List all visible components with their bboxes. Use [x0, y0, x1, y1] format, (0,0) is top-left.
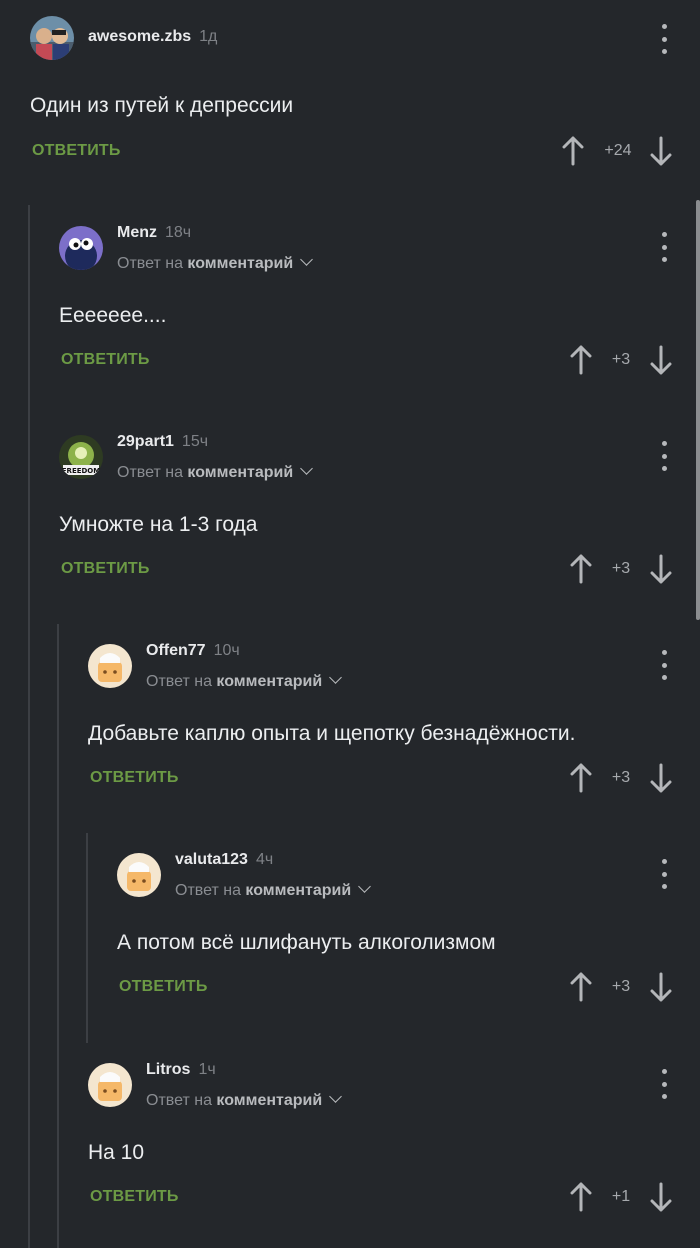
photo-avatar-icon [30, 16, 74, 60]
avatar[interactable] [59, 226, 103, 270]
reply-button[interactable]: ОТВЕТИТЬ [32, 142, 121, 160]
downvote-icon[interactable] [649, 345, 673, 375]
comment-time: 15ч [181, 433, 209, 450]
more-options-icon[interactable] [656, 650, 672, 680]
reply-button[interactable]: ОТВЕТИТЬ [119, 978, 208, 996]
comment: awesome.zbs 1д Один из путей к депрессии … [30, 16, 700, 176]
comment-username[interactable]: awesome.zbs 1д [88, 28, 217, 46]
comment: FREEDOM 29part1 15ч Ответ на комментарий … [59, 433, 700, 593]
svg-text:FREEDOM: FREEDOM [62, 467, 100, 475]
downvote-icon[interactable] [649, 1182, 673, 1212]
reply-button[interactable]: ОТВЕТИТЬ [90, 769, 179, 787]
comment-score: +3 [611, 769, 631, 786]
upvote-icon[interactable] [569, 345, 593, 375]
reply-to-link[interactable]: Ответ на комментарий [117, 253, 314, 273]
chevron-down-icon [358, 880, 372, 893]
more-options-icon[interactable] [656, 441, 672, 471]
comment-text: Ееееееe.... [59, 304, 167, 327]
reply-to-link[interactable]: Ответ на комментарий [175, 880, 372, 900]
reply-button[interactable]: ОТВЕТИТЬ [90, 1188, 179, 1206]
comment-time: 4ч [255, 851, 274, 868]
upvote-icon[interactable] [561, 136, 585, 166]
comment: Menz 18ч Ответ на комментарий Ееееееe....… [59, 224, 700, 384]
downvote-icon[interactable] [649, 136, 673, 166]
comment-time: 18ч [165, 224, 192, 241]
comment-score: +3 [611, 560, 631, 577]
downvote-icon[interactable] [649, 972, 673, 1002]
reply-button[interactable]: ОТВЕТИТЬ [61, 351, 150, 369]
chevron-down-icon [329, 1090, 343, 1103]
more-options-icon[interactable] [656, 232, 672, 262]
reply-to-link[interactable]: Ответ на комментарий [146, 671, 343, 691]
comment-username[interactable]: Offen77 10ч [146, 642, 240, 660]
avatar[interactable] [88, 644, 132, 688]
upvote-icon[interactable] [569, 1182, 593, 1212]
comment-time: 1ч [198, 1061, 216, 1078]
default-chef-avatar-icon [88, 1063, 132, 1107]
cookie-monster-avatar-icon [59, 226, 103, 270]
thread-line-level-2 [57, 624, 59, 1248]
reply-to-link[interactable]: Ответ на комментарий [146, 1090, 343, 1110]
avatar[interactable] [117, 853, 161, 897]
chevron-down-icon [329, 671, 343, 684]
chevron-down-icon [300, 462, 314, 475]
more-options-icon[interactable] [656, 24, 672, 54]
comment-time: 1д [199, 28, 218, 45]
downvote-icon[interactable] [649, 763, 673, 793]
reply-to-link[interactable]: Ответ на комментарий [117, 462, 314, 482]
comment-username[interactable]: valuta123 4ч [175, 851, 273, 869]
thread-line-level-3 [86, 833, 88, 1043]
comment-time: 10ч [213, 642, 240, 659]
comment-score: +3 [611, 351, 631, 368]
comment-username[interactable]: Litros 1ч [146, 1061, 216, 1079]
reply-button[interactable]: ОТВЕТИТЬ [61, 560, 150, 578]
avatar[interactable] [30, 16, 74, 60]
default-chef-avatar-icon [117, 853, 161, 897]
more-options-icon[interactable] [656, 859, 672, 889]
upvote-icon[interactable] [569, 554, 593, 584]
comment-score: +24 [604, 142, 632, 159]
comment: Offen77 10ч Ответ на комментарий Добавьте… [88, 642, 700, 802]
default-chef-avatar-icon [88, 644, 132, 688]
comment-text: Добавьте каплю опыта и щепотку безнадёжн… [88, 722, 576, 745]
comment-text: Умножте на 1-3 года [59, 513, 258, 536]
upvote-icon[interactable] [569, 763, 593, 793]
comment-text: На 10 [88, 1141, 145, 1164]
comment-score: +3 [611, 978, 631, 995]
comment-score: +1 [611, 1188, 631, 1205]
comment: valuta123 4ч Ответ на комментарий А потом… [117, 851, 700, 1011]
chevron-down-icon [300, 253, 314, 266]
upvote-icon[interactable] [569, 972, 593, 1002]
comment-username[interactable]: Menz 18ч [117, 224, 191, 242]
comment: Litros 1ч Ответ на комментарий На 10 ОТВЕ… [88, 1061, 700, 1221]
comment-username[interactable]: 29part1 15ч [117, 433, 208, 451]
downvote-icon[interactable] [649, 554, 673, 584]
avatar[interactable]: FREEDOM [59, 435, 103, 479]
freedom-avatar-icon: FREEDOM [59, 435, 103, 479]
comment-text: А потом всё шлифануть алкоголизмом [117, 931, 496, 954]
comment-text: Один из путей к депрессии [30, 94, 294, 117]
more-options-icon[interactable] [656, 1069, 672, 1099]
avatar[interactable] [88, 1063, 132, 1107]
thread-line-level-1 [28, 205, 30, 1248]
